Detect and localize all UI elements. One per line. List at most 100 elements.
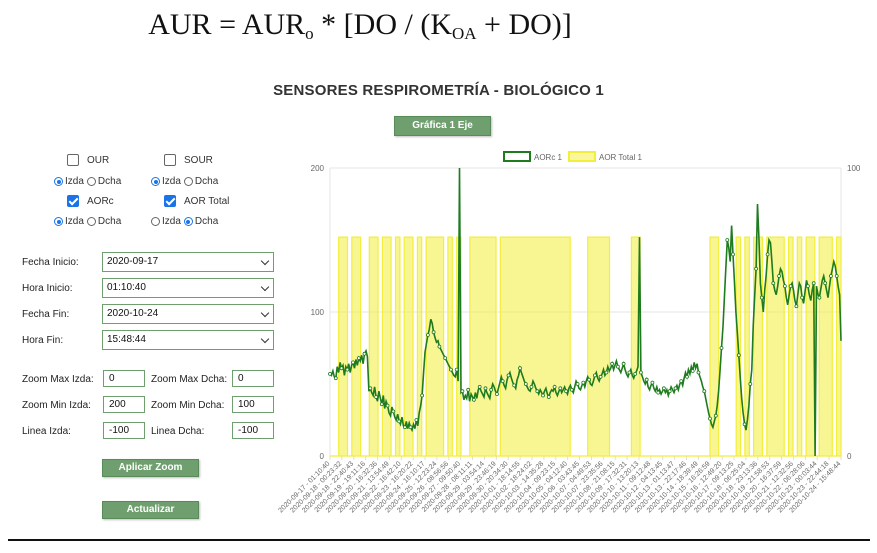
aorc-point — [529, 384, 534, 389]
aorc-point — [345, 367, 350, 372]
radio-label: Dcha — [97, 216, 122, 227]
aorc-point — [759, 295, 764, 300]
chart-mode-button[interactable]: Gráfica 1 Eje — [394, 116, 491, 136]
sour-dcha-radio[interactable] — [183, 177, 193, 186]
hora-inicio-label: Hora Inicio: — [22, 283, 73, 294]
aor-total-dcha-radio[interactable] — [183, 217, 193, 226]
aorc-point — [356, 356, 361, 361]
zoom-max-izda-label: Zoom Max Izda: — [22, 374, 94, 385]
aorc-point — [379, 402, 384, 407]
aorc-point — [794, 304, 799, 309]
legend-label-aor-total: AOR Total 1 — [599, 153, 643, 162]
aorc-point — [806, 284, 810, 289]
aorc-point — [448, 367, 453, 372]
our-izda-radio[interactable] — [54, 177, 63, 186]
aorc-point — [679, 379, 684, 384]
zoom-max-dcha-input[interactable]: 0 — [232, 370, 274, 387]
sensor-aor-total[interactable]: AOR Total — [164, 195, 229, 207]
aorc-point — [708, 416, 712, 421]
aorc-point — [656, 390, 661, 395]
aorc-point — [765, 252, 770, 257]
our-axis-radio: Izda Dcha — [54, 176, 124, 187]
aorc-point — [702, 389, 707, 394]
aorc-point — [408, 425, 413, 430]
chart-legend: AORc 1 AOR Total 1 — [503, 151, 643, 162]
aorc-point — [506, 373, 511, 378]
fecha-fin-value: 2020-10-24 — [107, 308, 159, 319]
aorc-point — [425, 333, 430, 337]
aorc-point — [523, 382, 528, 386]
aorc-point — [771, 281, 776, 286]
aorc-point — [685, 374, 689, 379]
aorc-point — [437, 344, 442, 349]
aorc-label: AORc — [87, 195, 114, 207]
zoom-max-izda-input[interactable]: 0 — [103, 370, 145, 387]
y-right-tick-label: 0 — [847, 452, 852, 461]
aorc-point — [362, 351, 367, 356]
linea-dcha-input[interactable]: -100 — [232, 422, 274, 439]
aorc-point — [673, 386, 678, 391]
fecha-inicio-select[interactable]: 2020-09-17 — [102, 252, 274, 272]
aor-total-label: AOR Total — [184, 195, 230, 207]
aorc-checkbox[interactable] — [67, 195, 79, 207]
chevron-down-icon — [260, 334, 270, 344]
our-dcha-radio[interactable] — [86, 177, 96, 186]
aorc-point — [754, 266, 759, 271]
hora-fin-label: Hora Fin: — [22, 335, 64, 346]
formula-middle: * [DO / (K — [313, 8, 452, 41]
aorc-point — [690, 369, 695, 373]
aorc-point — [834, 274, 839, 278]
fecha-inicio-value: 2020-09-17 — [107, 256, 159, 267]
aorc-point — [374, 395, 378, 399]
hora-inicio-select[interactable]: 01:10:40 — [102, 278, 274, 298]
linea-izda-label: Linea Izda: — [22, 426, 71, 437]
aorc-point — [829, 274, 833, 278]
aorc-point — [592, 373, 597, 378]
aorc-point — [581, 380, 586, 385]
formula-lhs: AUR — [148, 8, 212, 41]
linea-dcha-label: Linea Dcha: — [151, 426, 205, 437]
aorc-point — [736, 353, 741, 358]
sour-izda-radio[interactable] — [151, 177, 160, 186]
aorc-point — [569, 387, 574, 392]
sensor-sour[interactable]: SOUR — [164, 154, 213, 166]
aorc-point — [328, 371, 332, 376]
aorc-point — [661, 386, 666, 391]
aorc-izda-radio[interactable] — [54, 217, 63, 226]
aorc-point — [333, 376, 338, 381]
refresh-button[interactable]: Actualizar — [102, 501, 199, 519]
aorc-dcha-radio[interactable] — [86, 217, 96, 226]
hora-fin-select[interactable]: 15:48:44 — [102, 330, 274, 350]
sensor-aorc[interactable]: AORc — [67, 195, 114, 207]
aorc-point — [604, 370, 609, 375]
legend-label-aorc: AORc 1 — [534, 153, 563, 162]
aorc-point — [403, 425, 407, 430]
zoom-min-izda-input[interactable]: 200 — [103, 396, 145, 413]
formula-koa-sub: OA — [451, 24, 477, 43]
aor-total-checkbox[interactable] — [164, 195, 176, 207]
fecha-fin-select[interactable]: 2020-10-24 — [102, 304, 274, 324]
radio-label: Izda — [65, 176, 84, 187]
linea-izda-input[interactable]: -100 — [103, 422, 145, 439]
aorc-point — [558, 386, 563, 391]
sour-checkbox[interactable] — [164, 154, 176, 166]
our-label: OUR — [87, 154, 110, 166]
aorc-point — [644, 377, 649, 382]
respirometry-chart[interactable]: 20010001000AORc 1 AOR Total 12020-09-17 -… — [278, 148, 870, 532]
aorc-point — [719, 346, 724, 350]
aorc-point — [489, 387, 494, 392]
aur-formula: AUR = AURo * [DO / (KOA + DO)] — [0, 8, 720, 44]
zoom-min-dcha-input[interactable]: 100 — [232, 396, 274, 413]
apply-zoom-button[interactable]: Aplicar Zoom — [102, 459, 199, 477]
our-checkbox[interactable] — [67, 154, 79, 166]
aor-total-izda-radio[interactable] — [151, 217, 160, 226]
formula-aur0: AUR — [241, 8, 306, 41]
aorc-point — [742, 422, 747, 427]
page-title: SENSORES RESPIROMETRÍA - BIOLÓGICO 1 — [273, 82, 604, 99]
zoom-min-izda-label: Zoom Min Izda: — [22, 400, 91, 411]
sensor-our[interactable]: OUR — [67, 154, 109, 166]
zoom-max-dcha-label: Zoom Max Dcha: — [151, 374, 228, 385]
fecha-fin-label: Fecha Fin: — [22, 309, 70, 320]
aor-total-axis-radio: Izda Dcha — [151, 216, 221, 227]
aorc-point — [518, 366, 522, 371]
